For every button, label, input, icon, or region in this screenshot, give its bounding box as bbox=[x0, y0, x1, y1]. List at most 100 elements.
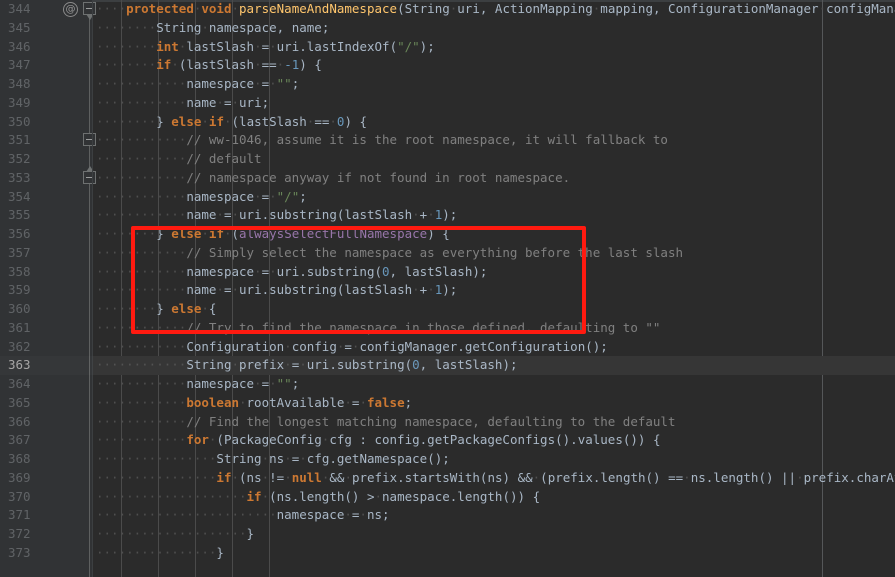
code-line[interactable]: ········String·namespace, name; bbox=[93, 19, 895, 38]
code-token-ws: · bbox=[254, 38, 262, 54]
line-number[interactable]: 371 bbox=[0, 506, 93, 525]
line-number[interactable]: 372 bbox=[0, 525, 93, 544]
code-line[interactable]: ············// namespace anyway if not f… bbox=[93, 169, 895, 188]
code-token-pln: ( bbox=[216, 432, 224, 448]
line-number[interactable]: 373 bbox=[0, 544, 93, 563]
code-token-pln: ) bbox=[299, 57, 315, 73]
code-token-cmt: // Try to find the namespace in those de… bbox=[186, 319, 661, 335]
line-number[interactable]: 357 bbox=[0, 244, 93, 263]
line-number[interactable]: 344 bbox=[0, 0, 93, 19]
code-line[interactable]: ············namespace·=·""; bbox=[93, 375, 895, 394]
code-token-pln: prefix bbox=[547, 469, 593, 485]
line-number[interactable]: 346 bbox=[0, 38, 93, 57]
code-token-ws: · bbox=[261, 451, 270, 466]
code-token-ws: ················ bbox=[96, 544, 217, 560]
code-token-pln: ; bbox=[291, 76, 300, 91]
code-line[interactable]: ············Configuration·config·=·confi… bbox=[93, 338, 895, 357]
line-number[interactable]: 361 bbox=[0, 319, 93, 338]
code-line[interactable]: ············// ww-1046, assume it is the… bbox=[93, 131, 895, 150]
code-line[interactable]: ············name·=·uri; bbox=[93, 94, 895, 113]
code-token-pln: (); bbox=[585, 338, 608, 354]
line-number[interactable]: 356 bbox=[0, 225, 93, 244]
code-line[interactable]: ········} else·if·(alwaysSelectFullNames… bbox=[93, 225, 895, 244]
code-line[interactable]: ········} else·{ bbox=[93, 300, 895, 319]
code-line[interactable]: ············boolean·rootAvailable·=·fals… bbox=[93, 394, 895, 413]
code-line[interactable]: ····················} bbox=[93, 525, 895, 544]
line-number[interactable]: 345 bbox=[0, 19, 93, 38]
line-number[interactable]: 359 bbox=[0, 281, 93, 300]
code-token-pln: () bbox=[344, 488, 367, 504]
code-token-pln: length bbox=[713, 469, 759, 485]
line-number[interactable]: 353 bbox=[0, 169, 93, 188]
annotation-at-icon[interactable]: @ bbox=[63, 2, 78, 17]
code-token-pln: name bbox=[186, 207, 217, 223]
code-line[interactable]: ················} bbox=[93, 544, 895, 563]
line-number[interactable]: 349 bbox=[0, 94, 93, 113]
editor-gutter[interactable]: 344 345 346 347 348 349 350 351 352 353 354 355 356 3… bbox=[0, 0, 96, 577]
code-line[interactable]: ················String·ns·=·cfg.getNames… bbox=[93, 450, 895, 469]
code-token-pln: , bbox=[652, 1, 669, 16]
code-token-pln: lastSlash bbox=[186, 38, 255, 54]
code-token-pln: ( bbox=[404, 357, 413, 373]
code-token-ws: ················ bbox=[96, 469, 217, 485]
code-line[interactable]: ················if·(ns·!=·null·&&·prefix… bbox=[93, 469, 895, 488]
line-number[interactable]: 358 bbox=[0, 263, 93, 282]
code-line[interactable]: ········if·(lastSlash·==·-1) { bbox=[93, 56, 895, 75]
code-line[interactable]: ····················if·(ns.length() >·na… bbox=[93, 488, 895, 507]
line-number[interactable]: 368 bbox=[0, 450, 93, 469]
code-line[interactable]: ························namespace·=·ns; bbox=[93, 506, 895, 525]
line-number[interactable]: 366 bbox=[0, 413, 93, 432]
code-token-pln: prefix bbox=[803, 469, 849, 485]
code-line[interactable]: ············name·=·uri.substring(lastSla… bbox=[93, 206, 895, 225]
code-token-ws: · bbox=[201, 226, 209, 241]
line-number[interactable]: 365 bbox=[0, 394, 93, 413]
line-number[interactable]: 369 bbox=[0, 469, 93, 488]
line-number[interactable]: 360 bbox=[0, 300, 93, 319]
code-token-pln: = bbox=[261, 263, 270, 279]
line-number[interactable]: 347 bbox=[0, 56, 93, 75]
line-number[interactable]: 352 bbox=[0, 150, 93, 169]
code-token-pln: name bbox=[186, 94, 217, 110]
code-line[interactable]: ············namespace·=·""; bbox=[93, 75, 895, 94]
line-number[interactable]: 351 bbox=[0, 131, 93, 150]
line-number[interactable]: 370 bbox=[0, 488, 93, 507]
code-line[interactable]: ············// Find the longest matching… bbox=[93, 413, 895, 432]
code-token-pln: . bbox=[457, 338, 465, 354]
line-number[interactable]: 350 bbox=[0, 113, 93, 132]
code-line[interactable]: ············// Simply select the namespa… bbox=[93, 244, 895, 263]
code-token-pln: ns bbox=[690, 469, 706, 485]
code-editor[interactable]: 344 345 346 347 348 349 350 351 352 353 354 355 356 3… bbox=[0, 0, 895, 577]
code-line[interactable]: ········} else·if·(lastSlash·==·0) { bbox=[93, 113, 895, 132]
code-token-pln: lastIndexOf bbox=[306, 38, 390, 54]
code-token-pln: ; bbox=[382, 507, 390, 523]
line-number[interactable]: 348 bbox=[0, 75, 93, 94]
code-line[interactable]: ············// default bbox=[93, 150, 895, 169]
line-number[interactable]: 354 bbox=[0, 188, 93, 207]
line-number[interactable]: 367 bbox=[0, 431, 93, 450]
code-token-pln: ; bbox=[291, 376, 300, 391]
code-token-ws: · bbox=[284, 451, 292, 466]
code-token-kw: if bbox=[216, 469, 232, 485]
code-token-pln: values bbox=[577, 432, 623, 448]
code-token-ws: · bbox=[231, 1, 240, 16]
code-line[interactable]: ············String·prefix·=·uri.substrin… bbox=[93, 356, 895, 375]
code-lines[interactable]: ····protected·void·parseNameAndNamespace… bbox=[93, 0, 895, 563]
code-token-pln: = bbox=[261, 376, 270, 391]
code-token-ws: · bbox=[284, 357, 292, 373]
code-line[interactable]: ············for·(PackageConfig·cfg : con… bbox=[93, 431, 895, 450]
code-line[interactable]: ············namespace·=·"/"; bbox=[93, 188, 895, 207]
code-line[interactable]: ············name·=·uri.substring(lastSla… bbox=[93, 281, 895, 300]
line-number[interactable]: 364 bbox=[0, 375, 93, 394]
code-token-pln: configManager bbox=[826, 1, 895, 16]
code-token-ws: ············ bbox=[96, 169, 187, 185]
line-number[interactable]: 363 bbox=[0, 356, 93, 375]
line-number[interactable]: 355 bbox=[0, 206, 93, 225]
code-token-pln: { bbox=[532, 488, 541, 504]
code-line[interactable]: ············// Try to find the namespace… bbox=[93, 319, 895, 338]
code-content-area[interactable]: ····protected·void·parseNameAndNamespace… bbox=[93, 0, 895, 577]
code-line[interactable]: ········int·lastSlash·=·uri.lastIndexOf(… bbox=[93, 38, 895, 57]
code-line[interactable]: ············namespace·=·uri.substring(0,… bbox=[93, 263, 895, 282]
line-number[interactable]: 362 bbox=[0, 338, 93, 357]
code-token-ws: ············ bbox=[96, 151, 187, 166]
code-line[interactable]: ····protected·void·parseNameAndNamespace… bbox=[93, 0, 895, 19]
